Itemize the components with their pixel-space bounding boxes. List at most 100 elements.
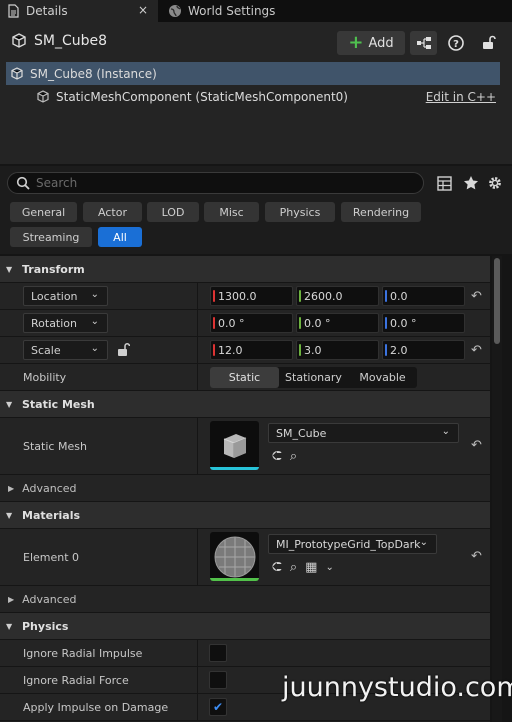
static-mesh-icon: [37, 89, 49, 103]
tree-item-component-label: StaticMeshComponent (StaticMeshComponent…: [56, 89, 348, 104]
section-static-mesh-title: Static Mesh: [22, 397, 95, 411]
chevron-down-icon[interactable]: ⌄: [325, 562, 333, 573]
tab-details-label: Details: [26, 4, 68, 18]
collapse-arrow-icon: ▼: [6, 264, 13, 274]
apply-impulse-on-damage-checkbox[interactable]: ✔: [209, 698, 227, 716]
location-x-field[interactable]: 1300.0: [210, 286, 293, 306]
unlock-icon[interactable]: [116, 342, 131, 360]
cube-icon: [11, 66, 23, 80]
asset-type-underline: [210, 578, 259, 581]
scale-label: Scale: [31, 343, 61, 357]
collapse-arrow-icon: ▼: [6, 621, 13, 631]
tree-item-instance[interactable]: SM_Cube8 (Instance): [6, 62, 500, 85]
watermark-text: juunnystudio.com: [282, 672, 512, 703]
reset-arrow-icon[interactable]: ↶: [471, 289, 482, 304]
property-location: Location ⌄ 1300.0 2600.0 0.0 ↶: [0, 283, 490, 310]
scale-z-field[interactable]: 2.0: [382, 340, 465, 360]
scale-y-field[interactable]: 3.0: [296, 340, 379, 360]
expand-arrow-icon: ▶: [8, 594, 15, 604]
static-mesh-asset-picker[interactable]: SM_Cube ⌄: [268, 423, 459, 443]
section-static-mesh[interactable]: ▼ Static Mesh: [0, 391, 490, 418]
checker-icon[interactable]: ▦: [305, 560, 317, 575]
tab-world-settings[interactable]: World Settings: [162, 0, 302, 22]
tree-item-static-mesh-component[interactable]: StaticMeshComponent (StaticMeshComponent…: [6, 85, 500, 108]
star-icon[interactable]: [462, 174, 480, 192]
chevron-down-icon: ⌄: [90, 289, 99, 300]
help-icon: ?: [448, 35, 464, 51]
apply-impulse-on-damage-label: Apply Impulse on Damage: [23, 700, 169, 714]
category-actor[interactable]: Actor: [83, 202, 142, 222]
lock-button[interactable]: [477, 31, 499, 55]
category-physics[interactable]: Physics: [265, 202, 335, 222]
ignore-radial-force-label: Ignore Radial Force: [23, 673, 129, 687]
materials-advanced-row[interactable]: ▶ Advanced: [0, 586, 490, 613]
search-input[interactable]: [36, 176, 396, 190]
unlock-icon: [483, 35, 496, 49]
hierarchy-icon: [416, 37, 431, 49]
rotation-label: Rotation: [31, 316, 78, 330]
property-static-mesh: Static Mesh SM_Cube ⌄ ⮈ ⌕ ↶: [0, 418, 490, 475]
mobility-stationary-button[interactable]: Stationary: [279, 367, 348, 388]
browse-asset-icon[interactable]: ⌕: [290, 449, 297, 464]
column-divider: [197, 667, 198, 693]
scrollbar-thumb[interactable]: [494, 258, 500, 344]
material-thumbnail[interactable]: [210, 532, 259, 581]
gear-icon[interactable]: [486, 174, 504, 192]
section-physics[interactable]: ▼ Physics: [0, 613, 490, 640]
column-divider: [197, 283, 198, 309]
static-mesh-advanced-row[interactable]: ▶ Advanced: [0, 475, 490, 502]
add-component-button[interactable]: + Add: [337, 31, 405, 55]
category-rendering[interactable]: Rendering: [341, 202, 421, 222]
material-asset-picker[interactable]: MI_PrototypeGrid_TopDark ⌄: [268, 534, 437, 554]
location-z-field[interactable]: 0.0: [382, 286, 465, 306]
section-materials[interactable]: ▼ Materials: [0, 502, 490, 529]
section-physics-title: Physics: [22, 619, 69, 633]
reset-arrow-icon[interactable]: ↶: [471, 438, 482, 453]
mobility-label: Mobility: [23, 370, 67, 384]
static-mesh-thumbnail[interactable]: [210, 421, 259, 470]
chevron-down-icon: ⌄: [90, 343, 99, 354]
ignore-radial-impulse-checkbox[interactable]: [209, 644, 227, 662]
use-selected-icon[interactable]: ⮈: [272, 449, 282, 464]
column-divider: [197, 418, 198, 474]
category-streaming[interactable]: Streaming: [10, 227, 92, 247]
category-misc[interactable]: Misc: [204, 202, 259, 222]
rotation-x-field[interactable]: 0.0 °: [210, 313, 293, 333]
mobility-static-button[interactable]: Static: [210, 367, 279, 388]
panel-scrollbar[interactable]: [492, 256, 502, 722]
component-tree: SM_Cube8 (Instance) StaticMeshComponent …: [6, 62, 500, 108]
ignore-radial-force-checkbox[interactable]: [209, 671, 227, 689]
edit-in-cpp-link[interactable]: Edit in C++: [426, 90, 496, 104]
static-mesh-asset-name: SM_Cube: [276, 426, 327, 440]
rotation-y-field[interactable]: 0.0 °: [296, 313, 379, 333]
search-box: [7, 172, 424, 194]
scale-mode-dropdown[interactable]: Scale ⌄: [23, 340, 108, 360]
scale-x-field[interactable]: 12.0: [210, 340, 293, 360]
blueprint-button[interactable]: [410, 31, 437, 55]
section-transform[interactable]: ▼ Transform: [0, 256, 490, 283]
column-divider: [197, 310, 198, 336]
use-selected-icon[interactable]: ⮈: [272, 560, 282, 575]
help-button[interactable]: ?: [445, 31, 467, 55]
close-icon[interactable]: ×: [138, 3, 148, 17]
column-divider: [197, 694, 198, 720]
category-all[interactable]: All: [98, 227, 142, 247]
category-general[interactable]: General: [10, 202, 77, 222]
chevron-down-icon: ⌄: [90, 316, 99, 327]
category-lod[interactable]: LOD: [147, 202, 199, 222]
mobility-movable-button[interactable]: Movable: [348, 367, 417, 388]
browse-asset-icon[interactable]: ⌕: [290, 560, 297, 575]
details-header: SM_Cube8 + Add ? SM_Cube8 (Instance) Sta…: [0, 22, 512, 164]
svg-text:?: ?: [453, 39, 459, 50]
location-mode-dropdown[interactable]: Location ⌄: [23, 286, 108, 306]
reset-arrow-icon[interactable]: ↶: [471, 549, 482, 564]
rotation-mode-dropdown[interactable]: Rotation ⌄: [23, 313, 108, 333]
tab-details[interactable]: Details ×: [0, 0, 158, 22]
add-label: Add: [368, 35, 394, 51]
tree-item-instance-label: SM_Cube8 (Instance): [30, 66, 157, 81]
rotation-z-field[interactable]: 0.0 °: [382, 313, 465, 333]
reset-arrow-icon[interactable]: ↶: [471, 343, 482, 358]
table-view-icon[interactable]: [435, 174, 453, 192]
location-y-field[interactable]: 2600.0: [296, 286, 379, 306]
mobility-toggle-group: Static Stationary Movable: [210, 367, 417, 388]
